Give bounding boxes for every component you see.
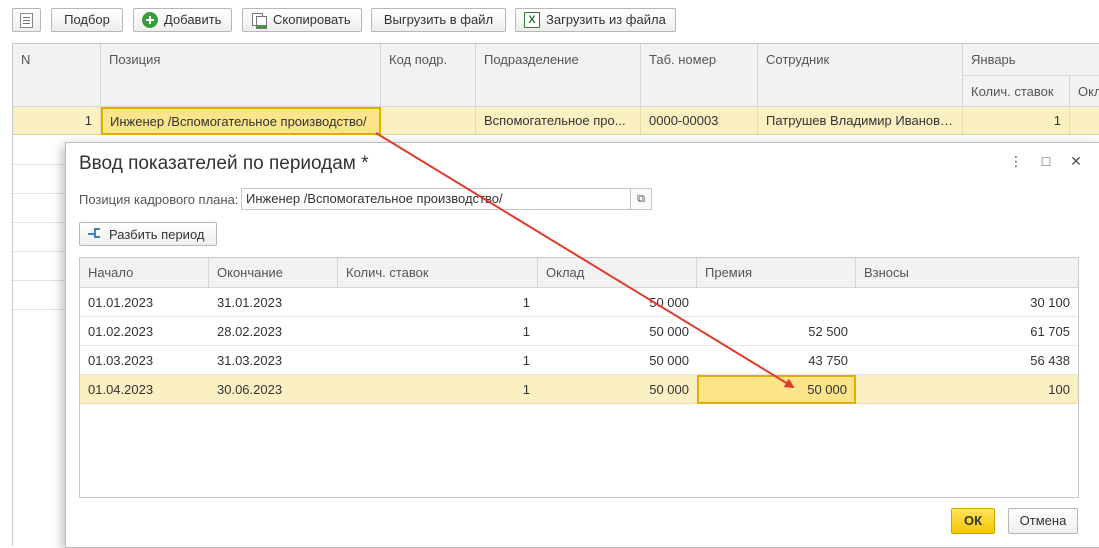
cell-end[interactable]: 30.06.2023 [209, 375, 338, 404]
cell-bonus[interactable]: 43 750 [697, 346, 856, 375]
position-field[interactable]: Инженер /Вспомогательное производство/ [241, 188, 631, 210]
split-period-label: Разбить период [109, 226, 205, 242]
select-button[interactable]: Подбор [51, 8, 123, 32]
cell-dept-code[interactable] [381, 107, 476, 135]
add-icon [142, 12, 158, 28]
row-divider [13, 193, 68, 194]
cell-salary[interactable] [1070, 107, 1099, 135]
column-header-rates-label: Колич. ставок [346, 265, 429, 280]
row-divider [13, 280, 68, 281]
column-header-tab-number-label: Таб. номер [649, 52, 717, 67]
column-header-employee[interactable]: Сотрудник [758, 44, 963, 107]
period-indicators-dialog: Ввод показателей по периодам * ⋮ □ ✕ Поз… [65, 142, 1099, 548]
column-header-salary[interactable]: Окл [1070, 76, 1099, 107]
cell-department[interactable]: Вспомогательное про... [476, 107, 641, 135]
cell-salary[interactable]: 50 000 [538, 288, 697, 317]
cell-bonus-selected[interactable]: 50 000 [697, 375, 856, 404]
open-position-button[interactable]: ⧉ [630, 188, 652, 210]
copy-icon [251, 12, 267, 29]
cell-rate-count[interactable]: 1 [963, 107, 1070, 135]
column-header-dept-code-label: Код подр. [389, 52, 448, 67]
column-header-end[interactable]: Окончание [209, 258, 338, 288]
more-menu-icon[interactable]: ⋮ [1007, 153, 1025, 170]
excel-icon: X [524, 12, 540, 28]
cell-n[interactable]: 1 [13, 107, 101, 135]
column-header-start[interactable]: Начало [80, 258, 209, 288]
column-header-n-label: N [21, 52, 31, 67]
import-button-label: Загрузить из файла [546, 12, 666, 27]
cell-contributions[interactable]: 61 705 [856, 317, 1078, 346]
cell-end[interactable]: 28.02.2023 [209, 317, 338, 346]
cell-position[interactable]: Инженер /Вспомогательное производство/ [101, 107, 381, 135]
cell-contributions[interactable]: 30 100 [856, 288, 1078, 317]
column-header-tab-number[interactable]: Таб. номер [641, 44, 758, 107]
copy-button[interactable]: Скопировать [242, 8, 362, 32]
ok-button[interactable]: ОК [951, 508, 995, 534]
row-divider [13, 251, 68, 252]
column-header-start-label: Начало [88, 265, 134, 280]
cell-tab-number[interactable]: 0000-00003 [641, 107, 758, 135]
cell-contributions[interactable]: 100 [856, 375, 1078, 404]
column-header-salary-label: Окл [1078, 84, 1099, 99]
cell-end[interactable]: 31.01.2023 [209, 288, 338, 317]
cell-contributions[interactable]: 56 438 [856, 346, 1078, 375]
column-header-position-label: Позиция [109, 52, 161, 67]
add-button[interactable]: Добавить [133, 8, 232, 32]
column-header-bonus[interactable]: Премия [697, 258, 856, 288]
cell-salary[interactable]: 50 000 [538, 346, 697, 375]
column-header-department-label: Подразделение [484, 52, 579, 67]
column-header-bonus-label: Премия [705, 265, 753, 280]
cell-rates[interactable]: 1 [338, 317, 538, 346]
cell-employee[interactable]: Патрушев Владимир Иванович [758, 107, 963, 135]
row-divider [13, 222, 68, 223]
column-header-position[interactable]: Позиция [101, 44, 381, 107]
split-icon [88, 227, 102, 241]
periods-table: Начало Окончание Колич. ставок Оклад Пре… [79, 257, 1079, 498]
export-button-label: Выгрузить в файл [383, 12, 494, 27]
position-field-label: Позиция кадрового плана: [79, 192, 239, 207]
cell-rates[interactable]: 1 [338, 346, 538, 375]
cell-bonus[interactable] [697, 288, 856, 317]
cell-rates[interactable]: 1 [338, 288, 538, 317]
select-button-label: Подбор [64, 12, 110, 27]
cell-start[interactable]: 01.01.2023 [80, 288, 209, 317]
list-settings-button[interactable] [12, 8, 41, 32]
export-to-file-button[interactable]: Выгрузить в файл [371, 8, 506, 32]
column-header-employee-label: Сотрудник [766, 52, 830, 67]
close-icon[interactable]: ✕ [1067, 153, 1085, 170]
column-header-rate-count[interactable]: Колич. ставок [963, 76, 1070, 107]
list-icon [20, 12, 33, 28]
column-header-salary-label: Оклад [546, 265, 585, 280]
column-header-rate-count-label: Колич. ставок [971, 84, 1054, 99]
column-header-january[interactable]: Январь [963, 44, 1099, 76]
column-header-dept-code[interactable]: Код подр. [381, 44, 476, 107]
dialog-title: Ввод показателей по периодам * [79, 153, 369, 174]
column-header-contributions-label: Взносы [864, 265, 909, 280]
maximize-icon[interactable]: □ [1037, 153, 1055, 169]
cell-start[interactable]: 01.03.2023 [80, 346, 209, 375]
cell-start[interactable]: 01.02.2023 [80, 317, 209, 346]
column-header-salary[interactable]: Оклад [538, 258, 697, 288]
column-header-january-label: Январь [971, 52, 1016, 67]
split-period-button[interactable]: Разбить период [79, 222, 217, 246]
open-window-icon: ⧉ [637, 193, 645, 205]
column-header-end-label: Окончание [217, 265, 284, 280]
row-divider [13, 309, 68, 310]
row-divider [13, 164, 68, 165]
cell-end[interactable]: 31.03.2023 [209, 346, 338, 375]
column-header-contributions[interactable]: Взносы [856, 258, 1078, 288]
cancel-button[interactable]: Отмена [1008, 508, 1078, 534]
cell-rates[interactable]: 1 [338, 375, 538, 404]
cell-salary[interactable]: 50 000 [538, 317, 697, 346]
toolbar: Подбор Добавить Скопировать Выгрузить в … [0, 0, 1099, 40]
column-header-rates[interactable]: Колич. ставок [338, 258, 538, 288]
cell-bonus[interactable]: 52 500 [697, 317, 856, 346]
cell-salary[interactable]: 50 000 [538, 375, 697, 404]
add-button-label: Добавить [164, 12, 222, 27]
cell-start[interactable]: 01.04.2023 [80, 375, 209, 404]
column-header-n[interactable]: N [13, 44, 101, 107]
copy-button-label: Скопировать [273, 12, 351, 27]
column-header-department[interactable]: Подразделение [476, 44, 641, 107]
import-from-file-button[interactable]: X Загрузить из файла [515, 8, 676, 32]
